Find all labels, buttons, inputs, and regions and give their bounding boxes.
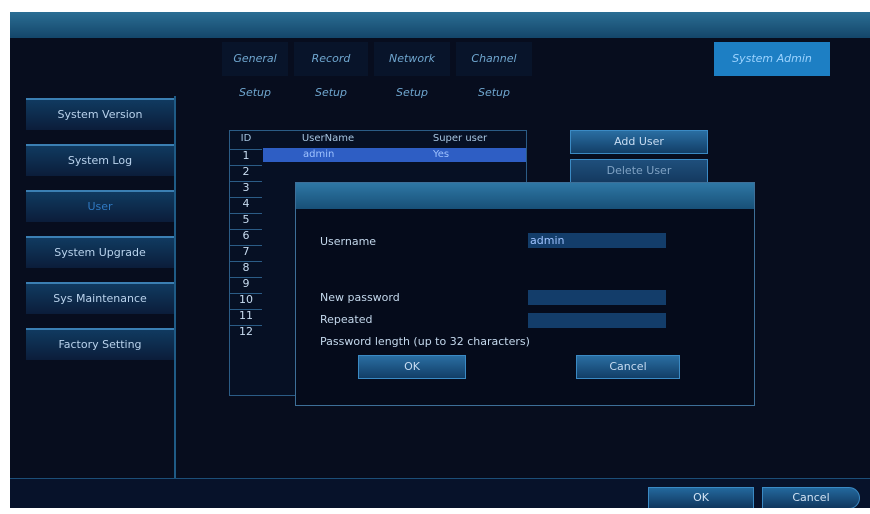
column-header-super-user: Super user [432,133,488,144]
sidebar-item-sys-maintenance[interactable]: Sys Maintenance [26,282,174,314]
tab-system-admin[interactable]: System Admin [714,42,830,76]
footer-ok-button[interactable]: OK [648,487,754,508]
row-id: 6 [230,229,262,242]
tab-general-setup[interactable]: General Setup [222,42,288,99]
username-field[interactable]: admin [528,233,666,248]
new-password-field[interactable] [528,290,666,305]
column-header-id: ID [240,133,252,144]
username-label: Username [320,235,377,248]
delete-user-button[interactable]: Delete User [570,159,708,183]
tab-record-setup[interactable]: Record Setup [294,42,368,99]
tab-channel-setup[interactable]: Channel Setup [456,42,532,99]
tab-network-setup[interactable]: Network Setup [374,42,450,99]
sidebar-divider [174,96,176,482]
row-id: 2 [230,165,262,178]
row-id: 10 [230,293,262,306]
add-user-button[interactable]: Add User [570,130,708,154]
cell-super-user: Yes [433,149,450,160]
new-password-label: New password [320,291,400,304]
dialog-ok-button[interactable]: OK [358,355,466,379]
column-header-username: UserName [301,133,355,144]
dvr-admin-screen: General Setup Record Setup Network Setup… [10,12,870,508]
repeated-label: Repeated [320,313,373,326]
row-id: 9 [230,277,262,290]
table-row[interactable]: admin Yes [263,148,526,162]
password-length-hint: Password length (up to 32 characters) [320,335,530,348]
bottom-bar: OK Cancel [10,478,870,508]
footer-cancel-button[interactable]: Cancel [762,487,860,508]
row-id: 3 [230,181,262,194]
top-title-bar [10,12,870,38]
sidebar-item-factory-setting[interactable]: Factory Setting [26,328,174,360]
row-id: 7 [230,245,262,258]
row-id: 12 [230,325,262,338]
dialog-title-bar [296,183,754,209]
sidebar-item-system-version[interactable]: System Version [26,98,174,130]
repeated-password-field[interactable] [528,313,666,328]
dialog-cancel-button[interactable]: Cancel [576,355,680,379]
sidebar-item-system-log[interactable]: System Log [26,144,174,176]
sidebar-item-user[interactable]: User [26,190,174,222]
cell-username: admin [303,149,335,160]
row-id: 11 [230,309,262,322]
row-id: 1 [230,149,262,162]
row-id: 8 [230,261,262,274]
change-password-dialog: Username admin New password Repeated Pas… [295,182,755,406]
row-id: 5 [230,213,262,226]
row-id: 4 [230,197,262,210]
sidebar-item-system-upgrade[interactable]: System Upgrade [26,236,174,268]
